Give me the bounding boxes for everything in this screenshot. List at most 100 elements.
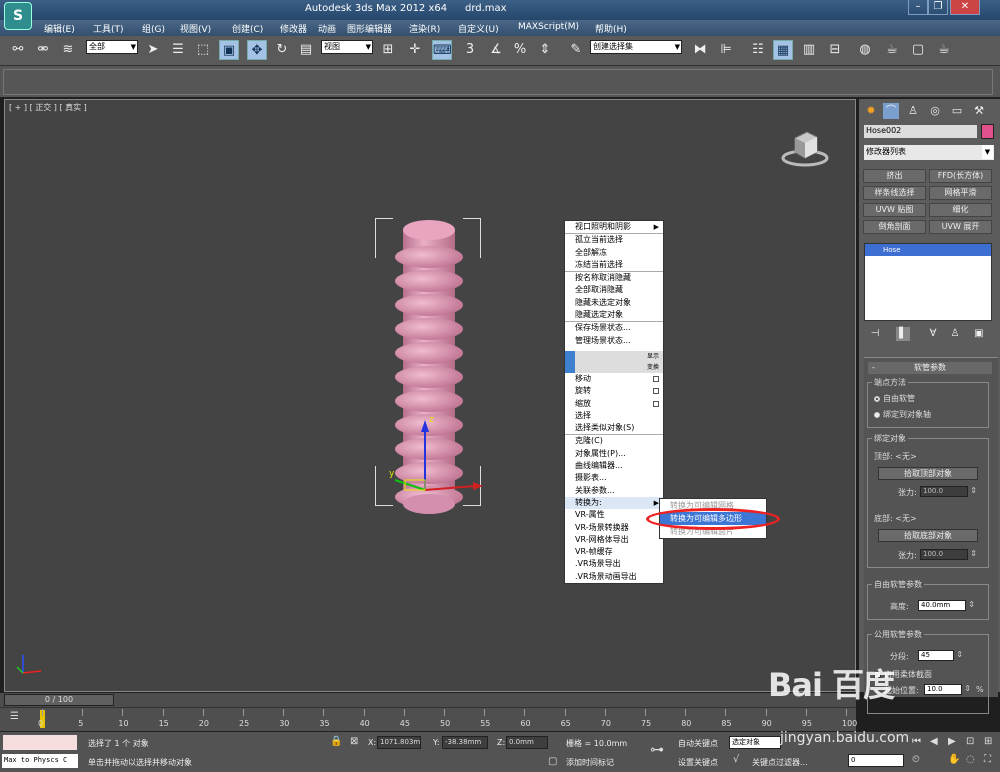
free-hose-radio[interactable]: 自由软管	[874, 393, 915, 404]
maxscript-listener-mini[interactable]	[2, 734, 78, 751]
mod-tessellate-button[interactable]: 细化	[929, 203, 992, 217]
menu-views[interactable]: 视图(V)	[180, 22, 211, 35]
menu-customize[interactable]: 自定义(U)	[458, 22, 499, 35]
key-icon[interactable]: ⊶	[650, 742, 664, 758]
stack-item-hose[interactable]: Hose	[865, 244, 991, 256]
keyboard-shortcut-icon[interactable]: ⌨	[432, 40, 452, 60]
ctx-hide-selection[interactable]: 隐藏选定对象	[565, 309, 663, 321]
angle-snap-icon[interactable]: ∡	[486, 40, 506, 60]
select-manipulate-icon[interactable]: ✛	[405, 40, 425, 60]
rect-selection-icon[interactable]: ⬚	[193, 40, 213, 60]
current-frame-field[interactable]: 0	[848, 754, 904, 767]
lock-selection-icon[interactable]: 🔒	[330, 736, 342, 747]
mod-uvw-map-button[interactable]: UVW 贴图	[863, 203, 926, 217]
hose-top-cap[interactable]	[403, 220, 455, 240]
ctx-curve-editor[interactable]: 曲线编辑器...	[565, 460, 663, 472]
key-mode-dropdown[interactable]: 选定对象	[729, 736, 781, 749]
ctx-select-similar[interactable]: 选择类似对象(S)	[565, 422, 663, 434]
tension-top-spinner[interactable]: 100.0	[920, 486, 977, 497]
link-icon[interactable]: ⚯	[8, 40, 28, 60]
pin-stack-icon[interactable]: ⊣	[868, 327, 882, 341]
modify-tab-icon[interactable]: ⌒	[883, 103, 899, 119]
pivot-center-icon[interactable]: ⊞	[378, 40, 398, 60]
spinner-snap-icon[interactable]: ⇕	[535, 40, 555, 60]
bound-hose-radio[interactable]: 绑定到对象轴	[874, 409, 931, 420]
zoom-all-icon[interactable]: ⊞	[984, 736, 992, 747]
ctx-convert-to[interactable]: 转换为: ▶	[565, 496, 663, 510]
align-icon[interactable]: ⊫	[716, 40, 736, 60]
ctx-manage-scene-state[interactable]: 管理场景状态...	[565, 335, 663, 347]
start-spinner[interactable]: 10.0	[924, 684, 971, 695]
ctx-rotate[interactable]: 旋转	[565, 385, 663, 397]
menu-modifiers[interactable]: 修改器	[280, 22, 307, 35]
orbit-icon[interactable]: ◌	[966, 754, 975, 765]
edit-named-sets-icon[interactable]: ✎	[566, 40, 586, 60]
pick-top-button[interactable]: 拾取顶部对象	[878, 467, 978, 480]
time-config-icon[interactable]: ⏲	[912, 754, 920, 765]
utilities-tab-icon[interactable]: ⚒	[971, 103, 987, 119]
reference-coord-dropdown[interactable]: 视图	[321, 40, 373, 54]
key-filter-icon[interactable]: √	[733, 754, 739, 765]
x-coord-field[interactable]: 1071.803m	[377, 736, 421, 749]
set-key-button[interactable]: 设置关键点	[678, 757, 718, 768]
prev-frame-icon[interactable]: ◀	[930, 736, 938, 747]
select-object-icon[interactable]: ➤	[143, 40, 163, 60]
ctx-isolate[interactable]: 孤立当前选择	[565, 234, 663, 246]
ctx-wire-parameters[interactable]: 关联参数...	[565, 485, 663, 497]
mod-ffd-box-button[interactable]: FFD(长方体)	[929, 169, 992, 183]
ctx-unfreeze-all[interactable]: 全部解冻	[565, 247, 663, 259]
ctx-hide-unselected[interactable]: 隐藏未选定对象	[565, 297, 663, 309]
mod-bevel-profile-button[interactable]: 倒角剖面	[863, 220, 926, 234]
z-coord-field[interactable]: 0.0mm	[506, 736, 548, 749]
play-icon[interactable]: ▶	[948, 736, 956, 747]
ctx-vr-frame-buffer[interactable]: VR-帧缓存	[565, 546, 663, 558]
absolute-mode-icon[interactable]: ⊠	[350, 736, 358, 747]
unlink-icon[interactable]: ⚮	[33, 40, 53, 60]
mod-meshsmooth-button[interactable]: 网格平滑	[929, 186, 992, 200]
menu-tools[interactable]: 工具(T)	[93, 22, 124, 35]
menu-create[interactable]: 创建(C)	[232, 22, 263, 35]
menu-group[interactable]: 组(G)	[142, 22, 165, 35]
ctx-object-properties[interactable]: 对象属性(P)...	[565, 448, 663, 460]
select-rotate-icon[interactable]: ↻	[272, 40, 292, 60]
tension-bottom-spinner[interactable]: 100.0	[920, 549, 977, 560]
create-tab-icon[interactable]: ✹	[863, 103, 879, 119]
maxscript-line[interactable]: Max to Physcs C	[2, 754, 78, 768]
ctx-move[interactable]: 移动	[565, 373, 663, 385]
ctx-viewport-lighting[interactable]: 视口照明和阴影 ▶	[565, 221, 663, 233]
display-tab-icon[interactable]: ▭	[949, 103, 965, 119]
menu-animation[interactable]: 动画	[318, 22, 336, 35]
object-color-swatch[interactable]	[981, 124, 994, 139]
viewport[interactable]: [ + ] [ 正交 ] [ 真实 ] y z	[4, 99, 856, 692]
bind-space-warp-icon[interactable]: ≋	[58, 40, 78, 60]
ctx-unhide-all[interactable]: 全部取消隐藏	[565, 284, 663, 296]
snap-toggle-icon[interactable]: 3	[460, 40, 480, 60]
pan-icon[interactable]: ✋	[948, 754, 960, 765]
height-spinner[interactable]: 40.0mm	[918, 600, 975, 611]
go-to-start-icon[interactable]: ⏮	[912, 736, 921, 747]
key-filters-button[interactable]: 关键点过滤器...	[752, 757, 808, 768]
move-gizmo-icon[interactable]: y z	[375, 410, 485, 510]
minimize-icon[interactable]: –	[908, 0, 928, 15]
ctx-scale[interactable]: 缩放	[565, 398, 663, 410]
ctx-select[interactable]: 选择	[565, 410, 663, 422]
track-bar-toggle-icon[interactable]: ☰	[10, 711, 19, 722]
make-unique-icon[interactable]: ∀	[926, 327, 940, 341]
app-logo-icon[interactable]: S	[4, 2, 32, 30]
menu-edit[interactable]: 编辑(E)	[44, 22, 75, 35]
configure-sets-icon[interactable]: ▣	[972, 327, 986, 341]
object-name-field[interactable]: Hose002	[864, 125, 977, 138]
ctx-vr-scene-converter[interactable]: VR-场景转换器	[565, 522, 663, 534]
modifier-stack[interactable]: Hose	[864, 243, 992, 321]
ctx-vr-scene-export[interactable]: .VR场景导出	[565, 558, 663, 570]
ctx-freeze-selection[interactable]: 冻结当前选择	[565, 259, 663, 271]
show-end-result-icon[interactable]: ▌	[896, 327, 910, 341]
ctx-dope-sheet[interactable]: 摄影表...	[565, 472, 663, 484]
hierarchy-tab-icon[interactable]: ♙	[905, 103, 921, 119]
segments-spinner[interactable]: 45	[918, 650, 963, 661]
menu-rendering[interactable]: 渲染(R)	[409, 22, 440, 35]
rollout-title[interactable]: - 软管参数	[868, 362, 992, 374]
select-scale-icon[interactable]: ▤	[296, 40, 316, 60]
curve-editor-icon[interactable]: ▥	[799, 40, 819, 60]
y-coord-field[interactable]: -38.38mm	[442, 736, 488, 749]
